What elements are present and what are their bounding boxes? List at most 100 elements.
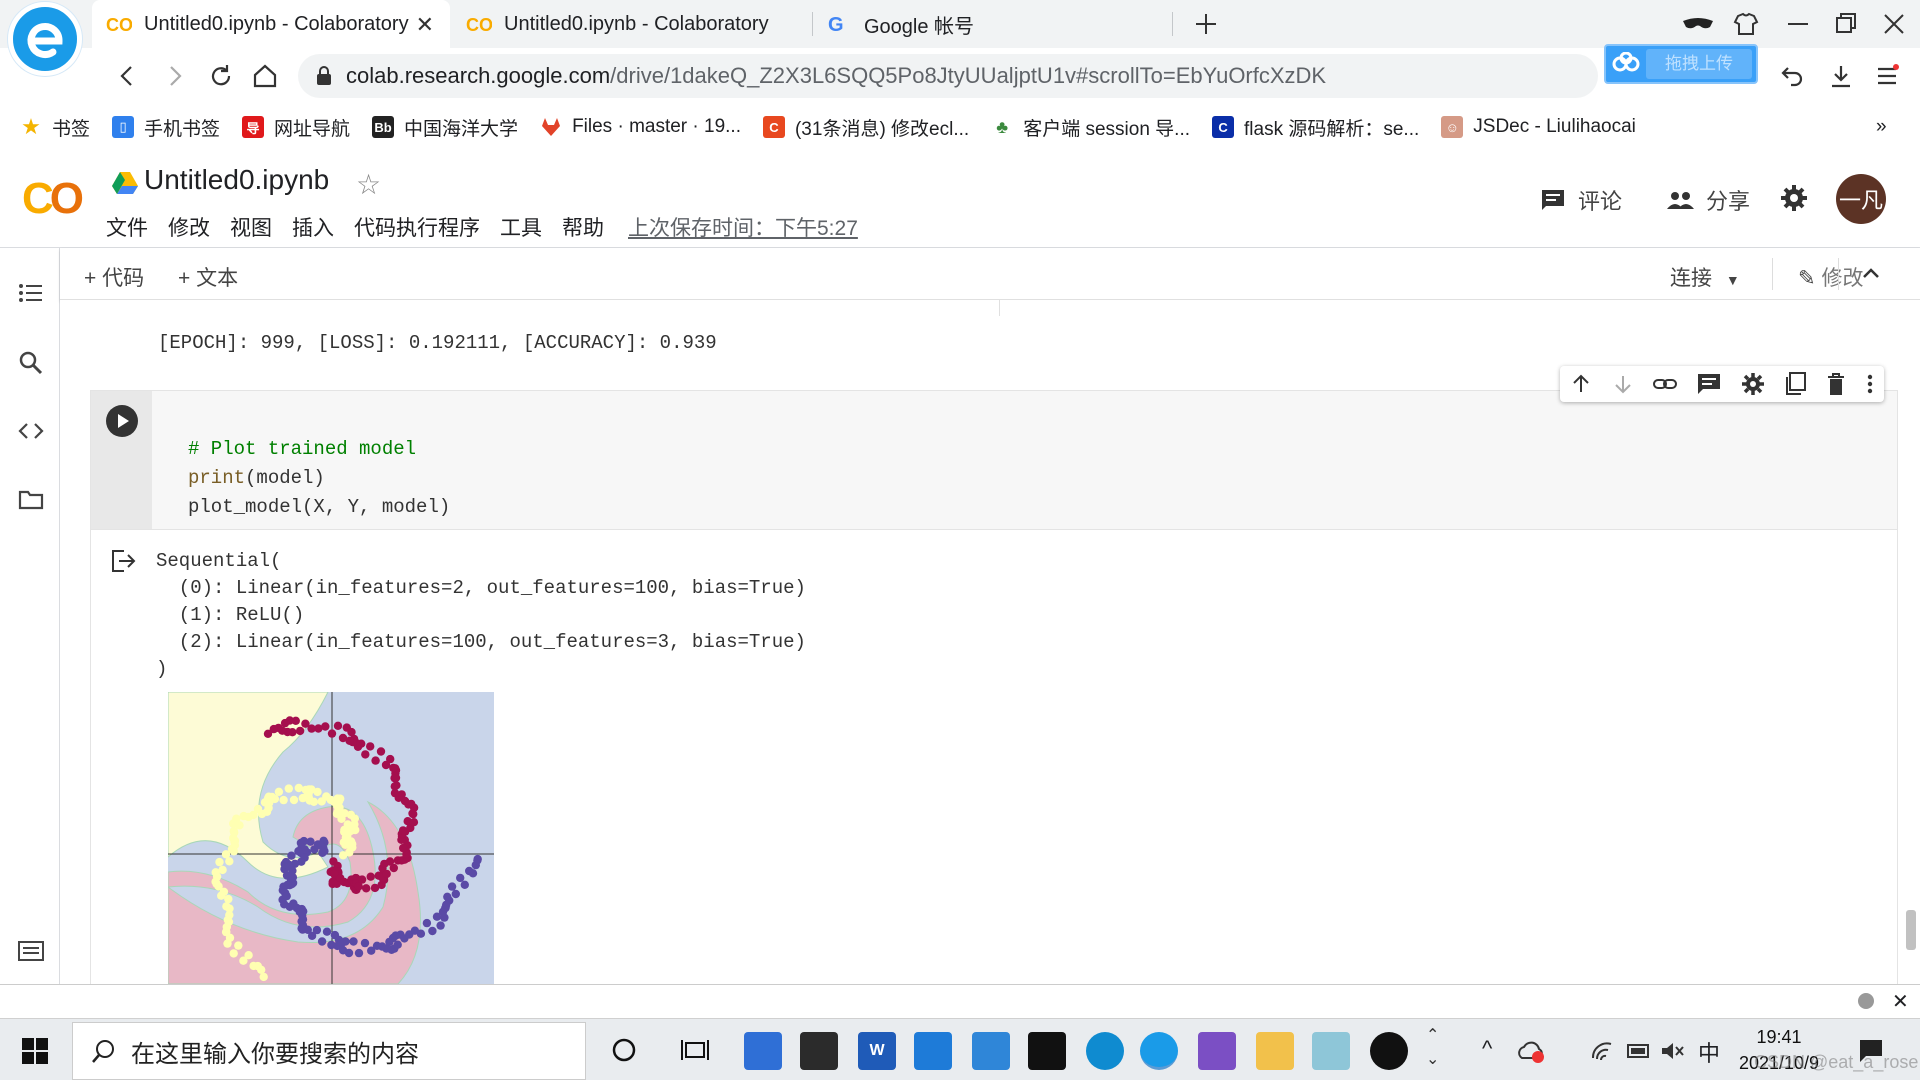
url-bar[interactable]: colab.research.google.com/drive/1dakeQ_Z…	[298, 54, 1598, 98]
taskbar-scroll-arrows[interactable]: ⌃ ⌄	[1426, 1024, 1439, 1072]
connect-button[interactable]: 连接 ▼	[1670, 262, 1740, 292]
visual-studio-icon[interactable]	[1198, 1032, 1236, 1070]
restore-icon[interactable]	[1830, 8, 1862, 40]
bookmark-item[interactable]: 导网址导航	[242, 114, 350, 141]
file-explorer-icon[interactable]	[1256, 1032, 1294, 1070]
folder-icon[interactable]	[18, 486, 44, 512]
colab-logo-icon[interactable]: CO	[22, 174, 84, 224]
edge-icon[interactable]	[1086, 1032, 1124, 1070]
bookmark-item[interactable]: Files · master · 19...	[540, 116, 741, 138]
reload-icon[interactable]	[206, 61, 236, 91]
settings-gear-icon[interactable]	[1780, 184, 1808, 212]
bookmark-item[interactable]: ♣ 客户端 session 导...	[991, 114, 1190, 141]
run-cell-button[interactable]	[106, 405, 138, 437]
menu-insert[interactable]: 插入	[292, 212, 334, 242]
menu-runtime[interactable]: 代码执行程序	[354, 212, 480, 242]
menu-view[interactable]: 视图	[230, 212, 272, 242]
minimize-icon[interactable]	[1782, 8, 1814, 40]
cell-settings-icon[interactable]	[1741, 372, 1765, 396]
app-icon-2[interactable]	[1312, 1032, 1350, 1070]
bookmarks-overflow-icon[interactable]: »	[1876, 116, 1887, 138]
notification-app-icon[interactable]	[914, 1032, 952, 1070]
show-hidden-icons[interactable]: ^	[1482, 1036, 1492, 1062]
code-line-plot: plot_model(X, Y, model)	[188, 496, 451, 518]
browser-taskbar-icon[interactable]	[1140, 1032, 1178, 1070]
close-window-icon[interactable]	[1878, 8, 1910, 40]
chevron-down-icon: ▼	[1725, 272, 1740, 288]
tab-google-account[interactable]: G Google 帐号	[812, 0, 1170, 48]
home-icon[interactable]	[250, 61, 280, 91]
table-of-contents-icon[interactable]	[18, 280, 44, 306]
mail-icon[interactable]	[972, 1032, 1010, 1070]
task-view-icon[interactable]	[680, 1036, 710, 1064]
move-up-icon[interactable]	[1570, 373, 1592, 395]
collapse-header-icon[interactable]	[1860, 262, 1882, 284]
volume-muted-icon[interactable]	[1660, 1040, 1686, 1062]
plot-point-class-yellow	[225, 904, 234, 913]
cloud-error-icon[interactable]	[1516, 1038, 1546, 1064]
scrollbar-thumb[interactable]	[1906, 910, 1916, 950]
close-strip-icon[interactable]: ✕	[1892, 989, 1909, 1014]
more-vertical-icon[interactable]	[1866, 373, 1874, 395]
terminal-icon[interactable]	[18, 938, 44, 964]
menu-file[interactable]: 文件	[106, 212, 148, 242]
link-icon[interactable]	[1653, 373, 1678, 395]
download-icon[interactable]	[1826, 61, 1856, 91]
delete-icon[interactable]	[1826, 372, 1846, 396]
baidu-upload-widget[interactable]: 拖拽上传	[1604, 44, 1758, 84]
menu-tools[interactable]: 工具	[500, 212, 542, 242]
browser-menu-icon[interactable]	[1872, 61, 1902, 91]
taskbar-search[interactable]: 在这里输入你要搜索的内容	[72, 1022, 586, 1080]
bookmark-item[interactable]: ☺ JSDec - Liulihaocai	[1441, 116, 1636, 138]
tab-colab-2[interactable]: CO Untitled0.ipynb - Colaboratory	[452, 0, 810, 48]
qq-icon[interactable]	[1370, 1032, 1408, 1070]
code-cell[interactable]: # Plot trained model print(model) plot_m…	[90, 390, 1898, 530]
code-snippets-icon[interactable]	[18, 418, 44, 444]
mirror-cell-icon[interactable]	[1785, 372, 1807, 396]
shirt-icon[interactable]	[1730, 8, 1762, 40]
action-center-icon[interactable]	[1858, 1038, 1884, 1064]
add-code-button[interactable]: + 代码	[84, 262, 144, 292]
word-icon[interactable]: W	[858, 1032, 896, 1070]
bookmark-item[interactable]: Cflask 源码解析：se...	[1212, 114, 1419, 141]
tab-colab-1[interactable]: CO Untitled0.ipynb - Colaboratory ✕	[92, 0, 450, 48]
menu-edit[interactable]: 修改	[168, 212, 210, 242]
store-icon[interactable]	[800, 1032, 838, 1070]
tab-close-icon[interactable]: ✕	[416, 12, 434, 38]
code-editor[interactable]: # Plot trained model print(model) plot_m…	[188, 435, 450, 522]
move-down-icon[interactable]	[1612, 373, 1634, 395]
notebook-title[interactable]: Untitled0.ipynb	[144, 164, 329, 196]
add-text-button[interactable]: + 文本	[178, 262, 238, 292]
bookmark-item[interactable]: Bb 中国海洋大学	[372, 114, 518, 141]
plot-point-class-purple	[456, 873, 465, 883]
last-saved-link[interactable]: 上次保存时间：下午5:27	[628, 212, 858, 242]
bookmark-item[interactable]: ★ 书签	[20, 114, 90, 141]
comment-button[interactable]: 评论	[1540, 184, 1622, 216]
share-button[interactable]: 分享	[1666, 184, 1750, 216]
cortana-icon[interactable]	[610, 1036, 638, 1064]
user-avatar[interactable]: 一凡	[1836, 174, 1886, 224]
cmd-icon[interactable]	[1028, 1032, 1066, 1070]
tab-title: Untitled0.ipynb - Colaboratory	[144, 12, 409, 35]
back-icon[interactable]	[112, 61, 142, 91]
bb-icon: Bb	[372, 116, 395, 138]
star-favorite-icon[interactable]: ☆	[356, 168, 381, 201]
new-tab-icon[interactable]	[1190, 8, 1222, 40]
battery-icon[interactable]	[1626, 1040, 1652, 1062]
wifi-icon[interactable]	[1590, 1040, 1616, 1062]
bookmark-item[interactable]: ▯ 手机书签	[112, 114, 220, 141]
edit-button[interactable]: ✎ 修改	[1798, 262, 1863, 292]
comment-cell-icon[interactable]	[1697, 373, 1721, 395]
undo-icon[interactable]	[1776, 61, 1806, 91]
menu-help[interactable]: 帮助	[562, 212, 604, 242]
browser-logo-icon[interactable]	[8, 2, 82, 76]
mask-icon[interactable]	[1680, 8, 1713, 40]
windows-start-icon[interactable]	[22, 1038, 48, 1064]
output-redirect-icon[interactable]	[110, 548, 136, 574]
bookmark-item[interactable]: C (31条消息) 修改ecl...	[762, 114, 969, 141]
app-icon-1[interactable]	[744, 1032, 782, 1070]
forward-icon[interactable]	[160, 61, 190, 91]
search-icon[interactable]	[18, 350, 44, 376]
ime-indicator[interactable]: 中	[1698, 1036, 1720, 1068]
plot-point-class-crimson	[366, 742, 375, 751]
